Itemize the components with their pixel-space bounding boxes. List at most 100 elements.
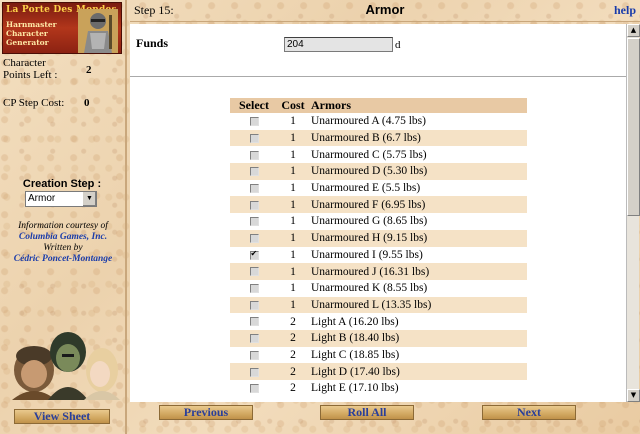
left-sidebar: La Porte Des Mondes Harnmaster Character…	[0, 0, 127, 434]
funds-field[interactable]: 204	[284, 37, 393, 52]
armor-name-cell: Unarmoured K (8.55 lbs)	[308, 279, 527, 297]
select-cell	[230, 213, 278, 230]
cost-cell: 1	[278, 296, 308, 314]
armor-select-checkbox[interactable]	[249, 367, 259, 377]
view-sheet-button[interactable]: View Sheet	[14, 409, 110, 424]
armor-select-checkbox[interactable]	[249, 183, 259, 193]
cost-cell: 2	[278, 329, 308, 347]
cost-cell: 1	[278, 196, 308, 214]
armor-name-cell: Unarmoured J (16.31 lbs)	[308, 263, 527, 280]
armor-select-checkbox[interactable]	[249, 384, 259, 394]
armor-name-cell: Unarmoured H (9.15 lbs)	[308, 229, 527, 247]
cost-cell: 1	[278, 179, 308, 197]
column-header-armors: Armors	[308, 98, 527, 113]
cost-cell: 1	[278, 246, 308, 264]
armor-select-checkbox[interactable]	[249, 167, 259, 177]
table-row: 2 Light E (17.10 lbs)	[230, 380, 527, 397]
armor-select-checkbox[interactable]	[249, 350, 259, 360]
funds-unit: d	[395, 39, 401, 51]
armor-select-checkbox[interactable]	[249, 150, 259, 160]
main-content: Funds 204 d Select Cost Armors 1 Unarmour…	[130, 24, 626, 402]
select-cell	[230, 129, 278, 147]
arrow-down-icon[interactable]: ▼	[627, 389, 640, 402]
table-row: 2 Light A (16.20 lbs)	[230, 313, 527, 330]
table-header-row: Select Cost Armors	[230, 98, 527, 113]
armor-select-checkbox[interactable]	[249, 300, 259, 310]
credits-written-by: Written by	[43, 243, 83, 253]
table-row: 1 Unarmoured B (6.7 lbs)	[230, 129, 527, 147]
armor-select-checkbox[interactable]	[249, 334, 259, 344]
armor-name-cell: Unarmoured D (5.30 lbs)	[308, 163, 527, 180]
page-title: Armor	[365, 2, 405, 17]
armor-select-checkbox[interactable]	[249, 217, 259, 227]
table-row: 1 Unarmoured K (8.55 lbs)	[230, 279, 527, 297]
scrollbar-thumb[interactable]	[627, 38, 640, 216]
armor-name-cell: Light C (18.85 lbs)	[308, 346, 527, 364]
armor-select-checkbox[interactable]	[249, 234, 259, 244]
armor-select-checkbox[interactable]	[249, 200, 259, 210]
select-cell	[230, 263, 278, 280]
roll-all-button[interactable]: Roll All	[320, 405, 414, 420]
cost-cell: 2	[278, 363, 308, 380]
vertical-scrollbar[interactable]: ▲ ▼	[626, 24, 640, 402]
help-link[interactable]: help	[614, 3, 636, 18]
table-row: 2 Light B (18.40 lbs)	[230, 329, 527, 347]
credits-company-link[interactable]: Columbia Games, Inc.	[2, 232, 124, 243]
cost-cell: 1	[278, 263, 308, 280]
armor-name-cell: Light A (16.20 lbs)	[308, 313, 527, 330]
armor-table: Select Cost Armors 1 Unarmoured A (4.75 l…	[230, 98, 527, 397]
select-cell	[230, 363, 278, 380]
cp-step-cost-value: 0	[84, 97, 90, 109]
armor-select-checkbox[interactable]	[249, 249, 259, 260]
creation-step-select[interactable]: Armor ▼	[25, 191, 97, 207]
credits: Information courtesy of Columbia Games, …	[2, 221, 124, 265]
creation-step-value: Armor	[28, 193, 56, 204]
cost-cell: 2	[278, 380, 308, 397]
chevron-down-icon[interactable]: ▼	[82, 192, 96, 206]
armor-name-cell: Light B (18.40 lbs)	[308, 329, 527, 347]
armor-select-checkbox[interactable]	[249, 284, 259, 294]
points-left-value: 2	[86, 64, 92, 76]
table-row: 1 Unarmoured C (5.75 lbs)	[230, 146, 527, 164]
column-header-select: Select	[230, 98, 278, 113]
cost-cell: 1	[278, 163, 308, 180]
table-row: 1Unarmoured I (9.55 lbs)	[230, 246, 527, 264]
armor-select-checkbox[interactable]	[249, 317, 259, 327]
table-row: 1 Unarmoured H (9.15 lbs)	[230, 229, 527, 247]
points-left-label: Character Points Left :	[3, 57, 58, 81]
armor-name-cell: Unarmoured B (6.7 lbs)	[308, 129, 527, 147]
table-row: 1 Unarmoured F (6.95 lbs)	[230, 196, 527, 214]
cost-cell: 1	[278, 146, 308, 164]
armor-name-cell: Unarmoured I (9.55 lbs)	[308, 246, 527, 264]
logo-subtitle: Harnmaster Character Generator	[6, 20, 57, 47]
armor-select-checkbox[interactable]	[249, 117, 259, 127]
cost-cell: 1	[278, 229, 308, 247]
funds-label: Funds	[136, 36, 169, 50]
armor-name-cell: Unarmoured L (13.35 lbs)	[308, 296, 527, 314]
select-cell	[230, 229, 278, 247]
select-cell	[230, 346, 278, 364]
table-row: 1 Unarmoured J (16.31 lbs)	[230, 263, 527, 280]
select-cell	[230, 113, 278, 130]
table-row: 1 Unarmoured L (13.35 lbs)	[230, 296, 527, 314]
armor-select-checkbox[interactable]	[249, 133, 259, 143]
select-cell	[230, 196, 278, 214]
arrow-up-icon[interactable]: ▲	[627, 24, 640, 37]
select-cell	[230, 313, 278, 330]
table-row: 1 Unarmoured D (5.30 lbs)	[230, 163, 527, 180]
armor-name-cell: Unarmoured C (5.75 lbs)	[308, 146, 527, 164]
table-row: 1 Unarmoured A (4.75 lbs)	[230, 113, 527, 130]
select-cell	[230, 380, 278, 397]
armor-name-cell: Unarmoured E (5.5 lbs)	[308, 179, 527, 197]
armor-select-checkbox[interactable]	[249, 267, 259, 277]
armor-name-cell: Unarmoured G (8.65 lbs)	[308, 213, 527, 230]
select-cell	[230, 279, 278, 297]
next-button[interactable]: Next	[482, 405, 576, 420]
cost-cell: 2	[278, 313, 308, 330]
cost-cell: 1	[278, 113, 308, 130]
select-cell	[230, 179, 278, 197]
credits-author-link[interactable]: Cédric Poncet-Montange	[2, 254, 124, 265]
table-row: 1 Unarmoured E (5.5 lbs)	[230, 179, 527, 197]
previous-button[interactable]: Previous	[159, 405, 253, 420]
creation-step-label: Creation Step :	[22, 178, 102, 190]
